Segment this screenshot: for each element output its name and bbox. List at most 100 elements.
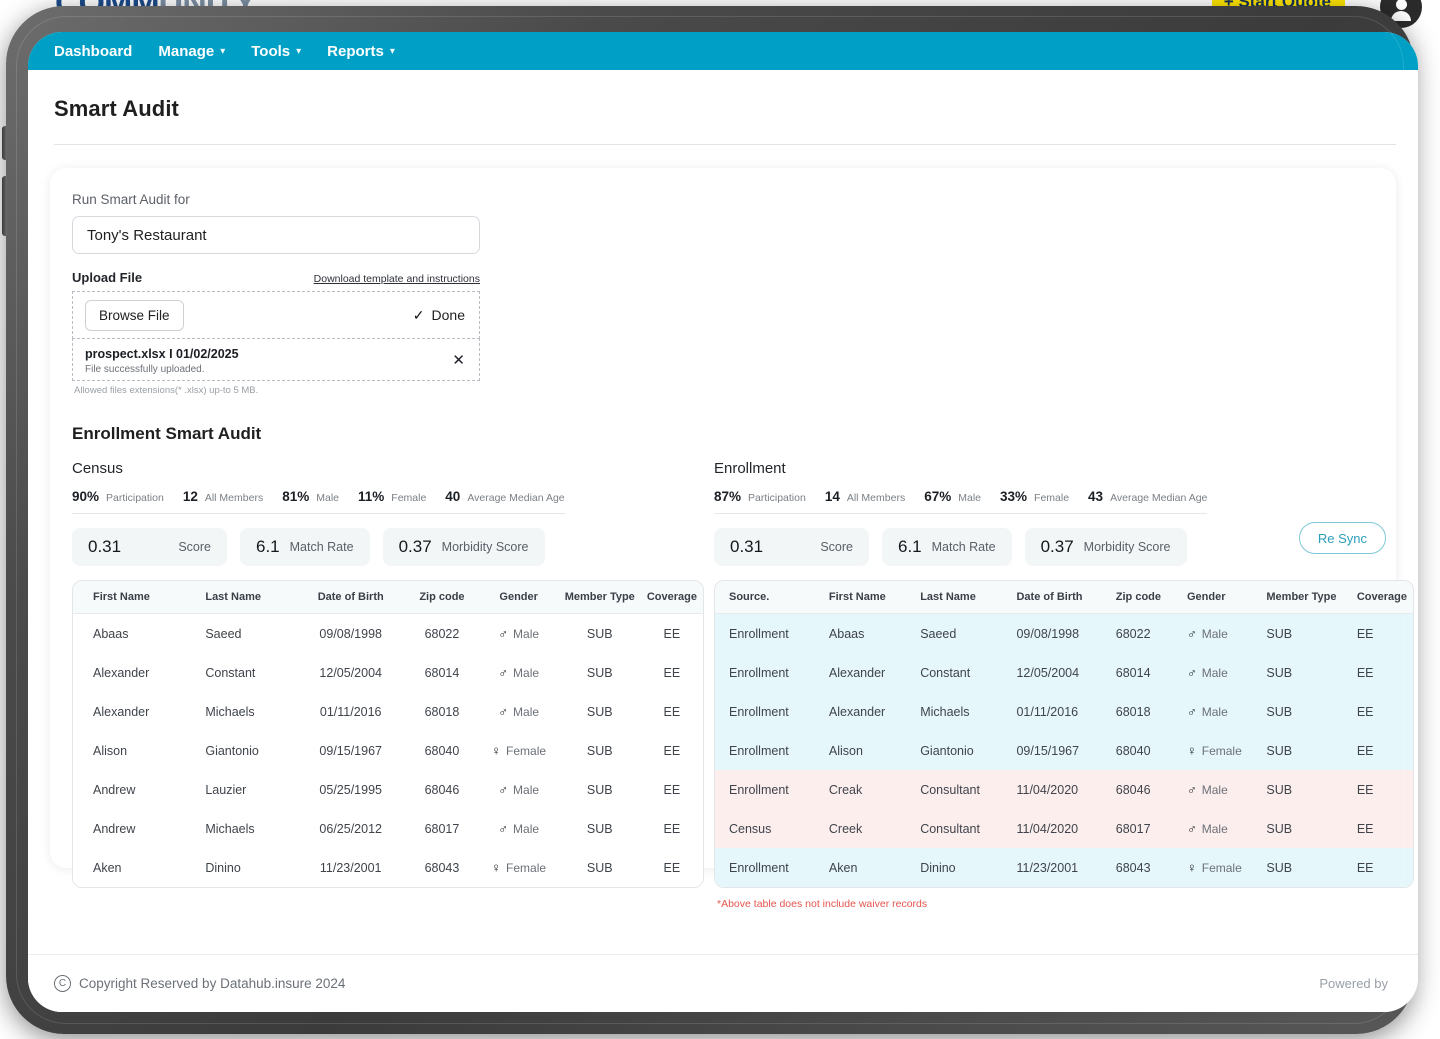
cell-source: Enrollment (715, 731, 815, 770)
census-score: 0.31 Score (72, 528, 227, 566)
cell-gender: ♂ Male (479, 692, 559, 731)
nav-item-manage[interactable]: Manage ▾ (158, 43, 225, 60)
cell-member-type: SUB (586, 704, 613, 719)
cell-coverage: EE (1342, 848, 1413, 887)
cell-gender: ♀ Female (479, 848, 559, 887)
cell-zip-code: 68043 (424, 860, 460, 875)
cell-gender: ♂ Male (1172, 809, 1253, 848)
cell-gender: ♀ Female (479, 731, 559, 770)
table-row[interactable]: Enrollment Alexander Michaels 01/11/2016 680… (715, 692, 1413, 731)
column-header-source[interactable]: Source. (715, 581, 815, 614)
column-header-date-of-birth[interactable]: Date of Birth (296, 581, 406, 614)
column-header-first-name[interactable]: First Name (814, 581, 907, 614)
gender-label: Male (513, 782, 540, 797)
cell-zip-code: 68014 (424, 665, 460, 680)
column-header-member-type[interactable]: Member Type (1252, 581, 1343, 614)
enrollment-stat-all-members: 14 All Members (825, 489, 905, 504)
enrollment-stat-male: 67% Male (924, 489, 981, 504)
column-header-coverage[interactable]: Coverage (640, 581, 703, 614)
table-row[interactable]: Enrollment Alison Giantonio 09/15/1967 68040… (715, 731, 1413, 770)
enrollment-panel: Enrollment 87% Participation 14 All Memb… (714, 460, 1414, 910)
nav-item-tools[interactable]: Tools ▾ (251, 43, 301, 60)
enrollment-table-wrapper: Source. First Name Last Name Date of Bir… (714, 580, 1414, 888)
chevron-down-icon: ▾ (220, 45, 226, 57)
cell-last-name: Giantonio (205, 743, 259, 758)
cell-first-name: Abaas (93, 626, 129, 641)
table-row[interactable]: Enrollment Aken Dinino 11/23/2001 68043 ♀ Fema… (715, 848, 1413, 887)
table-row[interactable]: Alison Giantonio 09/15/1967 68040 ♀ Female SUB… (73, 731, 703, 770)
gender-icon: ♂ (1186, 782, 1197, 797)
nav-item-dashboard[interactable]: Dashboard (54, 43, 132, 60)
table-row[interactable]: Aken Dinino 11/23/2001 68043 ♀ Female SUB EE (73, 848, 703, 887)
table-row[interactable]: Enrollment Abaas Saeed 09/08/1998 68022 ♂ Male… (715, 613, 1413, 653)
table-row[interactable]: Abaas Saeed 09/08/1998 68022 ♂ Male SUB EE (73, 614, 703, 654)
cell-coverage: EE (1342, 809, 1413, 848)
gender-icon: ♂ (1186, 665, 1197, 680)
column-header-member-type[interactable]: Member Type (558, 581, 641, 614)
download-template-link[interactable]: Download template and instructions (314, 273, 480, 285)
cell-zip-code: 68018 (424, 704, 460, 719)
table-row[interactable]: Andrew Michaels 06/25/2012 68017 ♂ Male SUB EE (73, 809, 703, 848)
cell-coverage: EE (663, 704, 681, 719)
enrollment-stat-average-median-age: 43 Average Median Age (1088, 489, 1207, 504)
upload-done-status: ✓ Done (413, 307, 465, 324)
uploaded-file-info: prospect.xlsx I 01/02/2025 File successf… (85, 345, 239, 375)
cell-gender: ♂ Male (479, 653, 559, 692)
cell-date-of-birth: 11/04/2020 (1002, 770, 1102, 809)
stat-label: All Members (846, 492, 906, 504)
gender-label: Female (1201, 743, 1242, 758)
cell-last-name: Consultant (906, 809, 1003, 848)
column-header-first-name[interactable]: First Name (73, 581, 200, 614)
column-header-zip-code[interactable]: Zip code (1101, 581, 1173, 614)
table-row[interactable]: Alexander Michaels 01/11/2016 68018 ♂ Male SUB… (73, 692, 703, 731)
organization-input[interactable] (72, 216, 480, 254)
table-row[interactable]: Enrollment Alexander Constant 12/05/2004 680… (715, 653, 1413, 692)
stat-value: 14 (824, 489, 840, 504)
column-header-coverage[interactable]: Coverage (1342, 581, 1413, 614)
close-icon[interactable]: ✕ (452, 351, 465, 369)
cell-date-of-birth: 09/15/1967 (319, 743, 382, 758)
column-header-last-name[interactable]: Last Name (199, 581, 297, 614)
cell-member-type: SUB (1252, 809, 1343, 848)
table-row[interactable]: Census Creek Consultant 11/04/2020 68017 ♂ Mal… (715, 809, 1413, 848)
cell-member-type: SUB (586, 782, 613, 797)
file-drop-zone[interactable]: Browse File ✓ Done (72, 291, 480, 339)
cell-coverage: EE (1342, 731, 1413, 770)
browse-file-button[interactable]: Browse File (85, 299, 184, 331)
copyright-text: Copyright Reserved by Datahub.insure 202… (79, 976, 346, 991)
cell-date-of-birth: 01/11/2016 (1002, 692, 1102, 731)
cell-member-type: SUB (586, 860, 613, 875)
page-content: Smart Audit Run Smart Audit for Upload F… (28, 70, 1418, 1012)
chevron-down-icon: ▾ (389, 45, 395, 57)
stat-label: Male (958, 492, 981, 504)
cell-coverage: EE (1342, 692, 1413, 731)
nav-item-reports[interactable]: Reports ▾ (327, 43, 395, 60)
stat-label: Male (316, 492, 339, 504)
census-score-boxes: 0.31 Score 6.1 Match Rate 0.37 Morbidity… (72, 528, 704, 566)
table-row[interactable]: Enrollment Creak Consultant 11/04/2020 68046… (715, 770, 1413, 809)
cell-source: Enrollment (715, 613, 815, 653)
census-stat-male: 81% Male (282, 489, 339, 504)
nav-label-manage: Manage (158, 42, 215, 60)
cell-member-type: SUB (1252, 692, 1343, 731)
resync-button[interactable]: Re Sync (1298, 522, 1386, 554)
score-value: 0.37 (1040, 537, 1074, 556)
gender-icon: ♀ (491, 743, 502, 758)
cell-coverage: EE (663, 782, 681, 797)
cell-first-name: Alexander (93, 704, 150, 719)
column-header-gender[interactable]: Gender (478, 581, 559, 614)
cell-member-type: SUB (1252, 613, 1343, 653)
score-value: 0.31 (730, 537, 764, 556)
column-header-gender[interactable]: Gender (1172, 581, 1253, 614)
cell-last-name: Michaels (906, 692, 1003, 731)
table-row[interactable]: Alexander Constant 12/05/2004 68014 ♂ Male SUB… (73, 653, 703, 692)
cell-coverage: EE (1342, 653, 1413, 692)
chevron-down-icon: ▾ (296, 45, 302, 57)
column-header-last-name[interactable]: Last Name (906, 581, 1003, 614)
column-header-date-of-birth[interactable]: Date of Birth (1002, 581, 1102, 614)
cell-source: Enrollment (715, 653, 815, 692)
table-row[interactable]: Andrew Lauzier 05/25/1995 68046 ♂ Male SUB EE (73, 770, 703, 809)
column-header-zip-code[interactable]: Zip code (405, 581, 479, 614)
census-panel: Census 90% Participation 12 All Members (72, 460, 704, 910)
stat-value: 90% (72, 489, 100, 504)
